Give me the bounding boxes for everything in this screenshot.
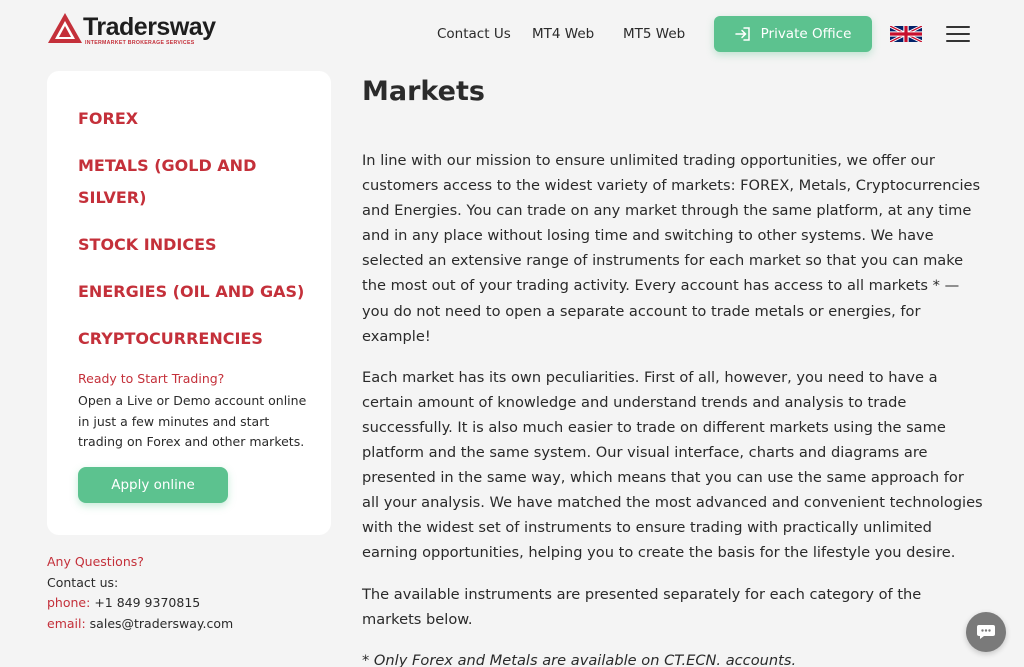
paragraph-intro: In line with our mission to ensure unlim… [362, 152, 981, 345]
uk-flag-icon[interactable] [890, 26, 922, 42]
logo[interactable]: Tradersway INTERMARKET BROKERAGE SERVICE… [47, 12, 216, 48]
phone-label: phone: [47, 595, 91, 610]
logo-icon [48, 13, 82, 43]
hamburger-icon[interactable] [946, 26, 970, 43]
sidebar-item-cryptocurrencies[interactable]: CRYPTOCURRENCIES [78, 323, 318, 355]
header: Tradersway INTERMARKET BROKERAGE SERVICE… [0, 0, 1024, 70]
page-title: Markets [362, 76, 485, 107]
nav-mt5-web[interactable]: MT5 Web [623, 26, 685, 42]
sidebar-item-forex[interactable]: FOREX [78, 103, 318, 135]
phone-value[interactable]: +1 849 9370815 [94, 595, 200, 610]
ready-title: Ready to Start Trading? [78, 371, 225, 386]
nav-contact-us[interactable]: Contact Us [437, 26, 511, 42]
email-row: email: sales@tradersway.com [47, 614, 233, 635]
phone-row: phone: +1 849 9370815 [47, 593, 233, 614]
chat-icon[interactable] [966, 612, 1006, 652]
sidebar-item-energies[interactable]: ENERGIES (OIL AND GAS) [78, 276, 318, 308]
paragraph-instruments: The available instruments are presented … [362, 585, 922, 628]
apply-online-button[interactable]: Apply online [78, 467, 228, 503]
private-office-button[interactable]: Private Office [714, 16, 872, 52]
chat-bubble-icon [977, 625, 995, 639]
logo-subtitle: INTERMARKET BROKERAGE SERVICES [85, 40, 195, 46]
login-arrow-icon [734, 27, 750, 41]
logo-text: Tradersway [83, 13, 216, 41]
contact-block: Any Questions? Contact us: phone: +1 849… [47, 552, 233, 634]
main-content: In line with our mission to ensure unlim… [362, 148, 984, 667]
ready-text: Open a Live or Demo account online in ju… [78, 393, 307, 449]
contact-us-label: Contact us: [47, 574, 119, 590]
paragraph-peculiarities: Each market has its own peculiarities. F… [362, 368, 983, 562]
apply-online-label: Apply online [111, 477, 195, 493]
email-value[interactable]: sales@tradersway.com [90, 616, 234, 631]
sidebar-item-stock-indices[interactable]: STOCK INDICES [78, 229, 318, 261]
nav-mt4-web[interactable]: MT4 Web [532, 26, 594, 42]
sidebar-item-metals[interactable]: METALS (GOLD AND SILVER) [78, 150, 278, 214]
private-office-label: Private Office [760, 26, 852, 42]
sidebar-card: FOREX METALS (GOLD AND SILVER) STOCK IND… [47, 71, 331, 535]
footnote: * Only Forex and Metals are available on… [362, 651, 797, 667]
email-label: email: [47, 615, 86, 631]
questions-heading: Any Questions? [47, 554, 144, 569]
